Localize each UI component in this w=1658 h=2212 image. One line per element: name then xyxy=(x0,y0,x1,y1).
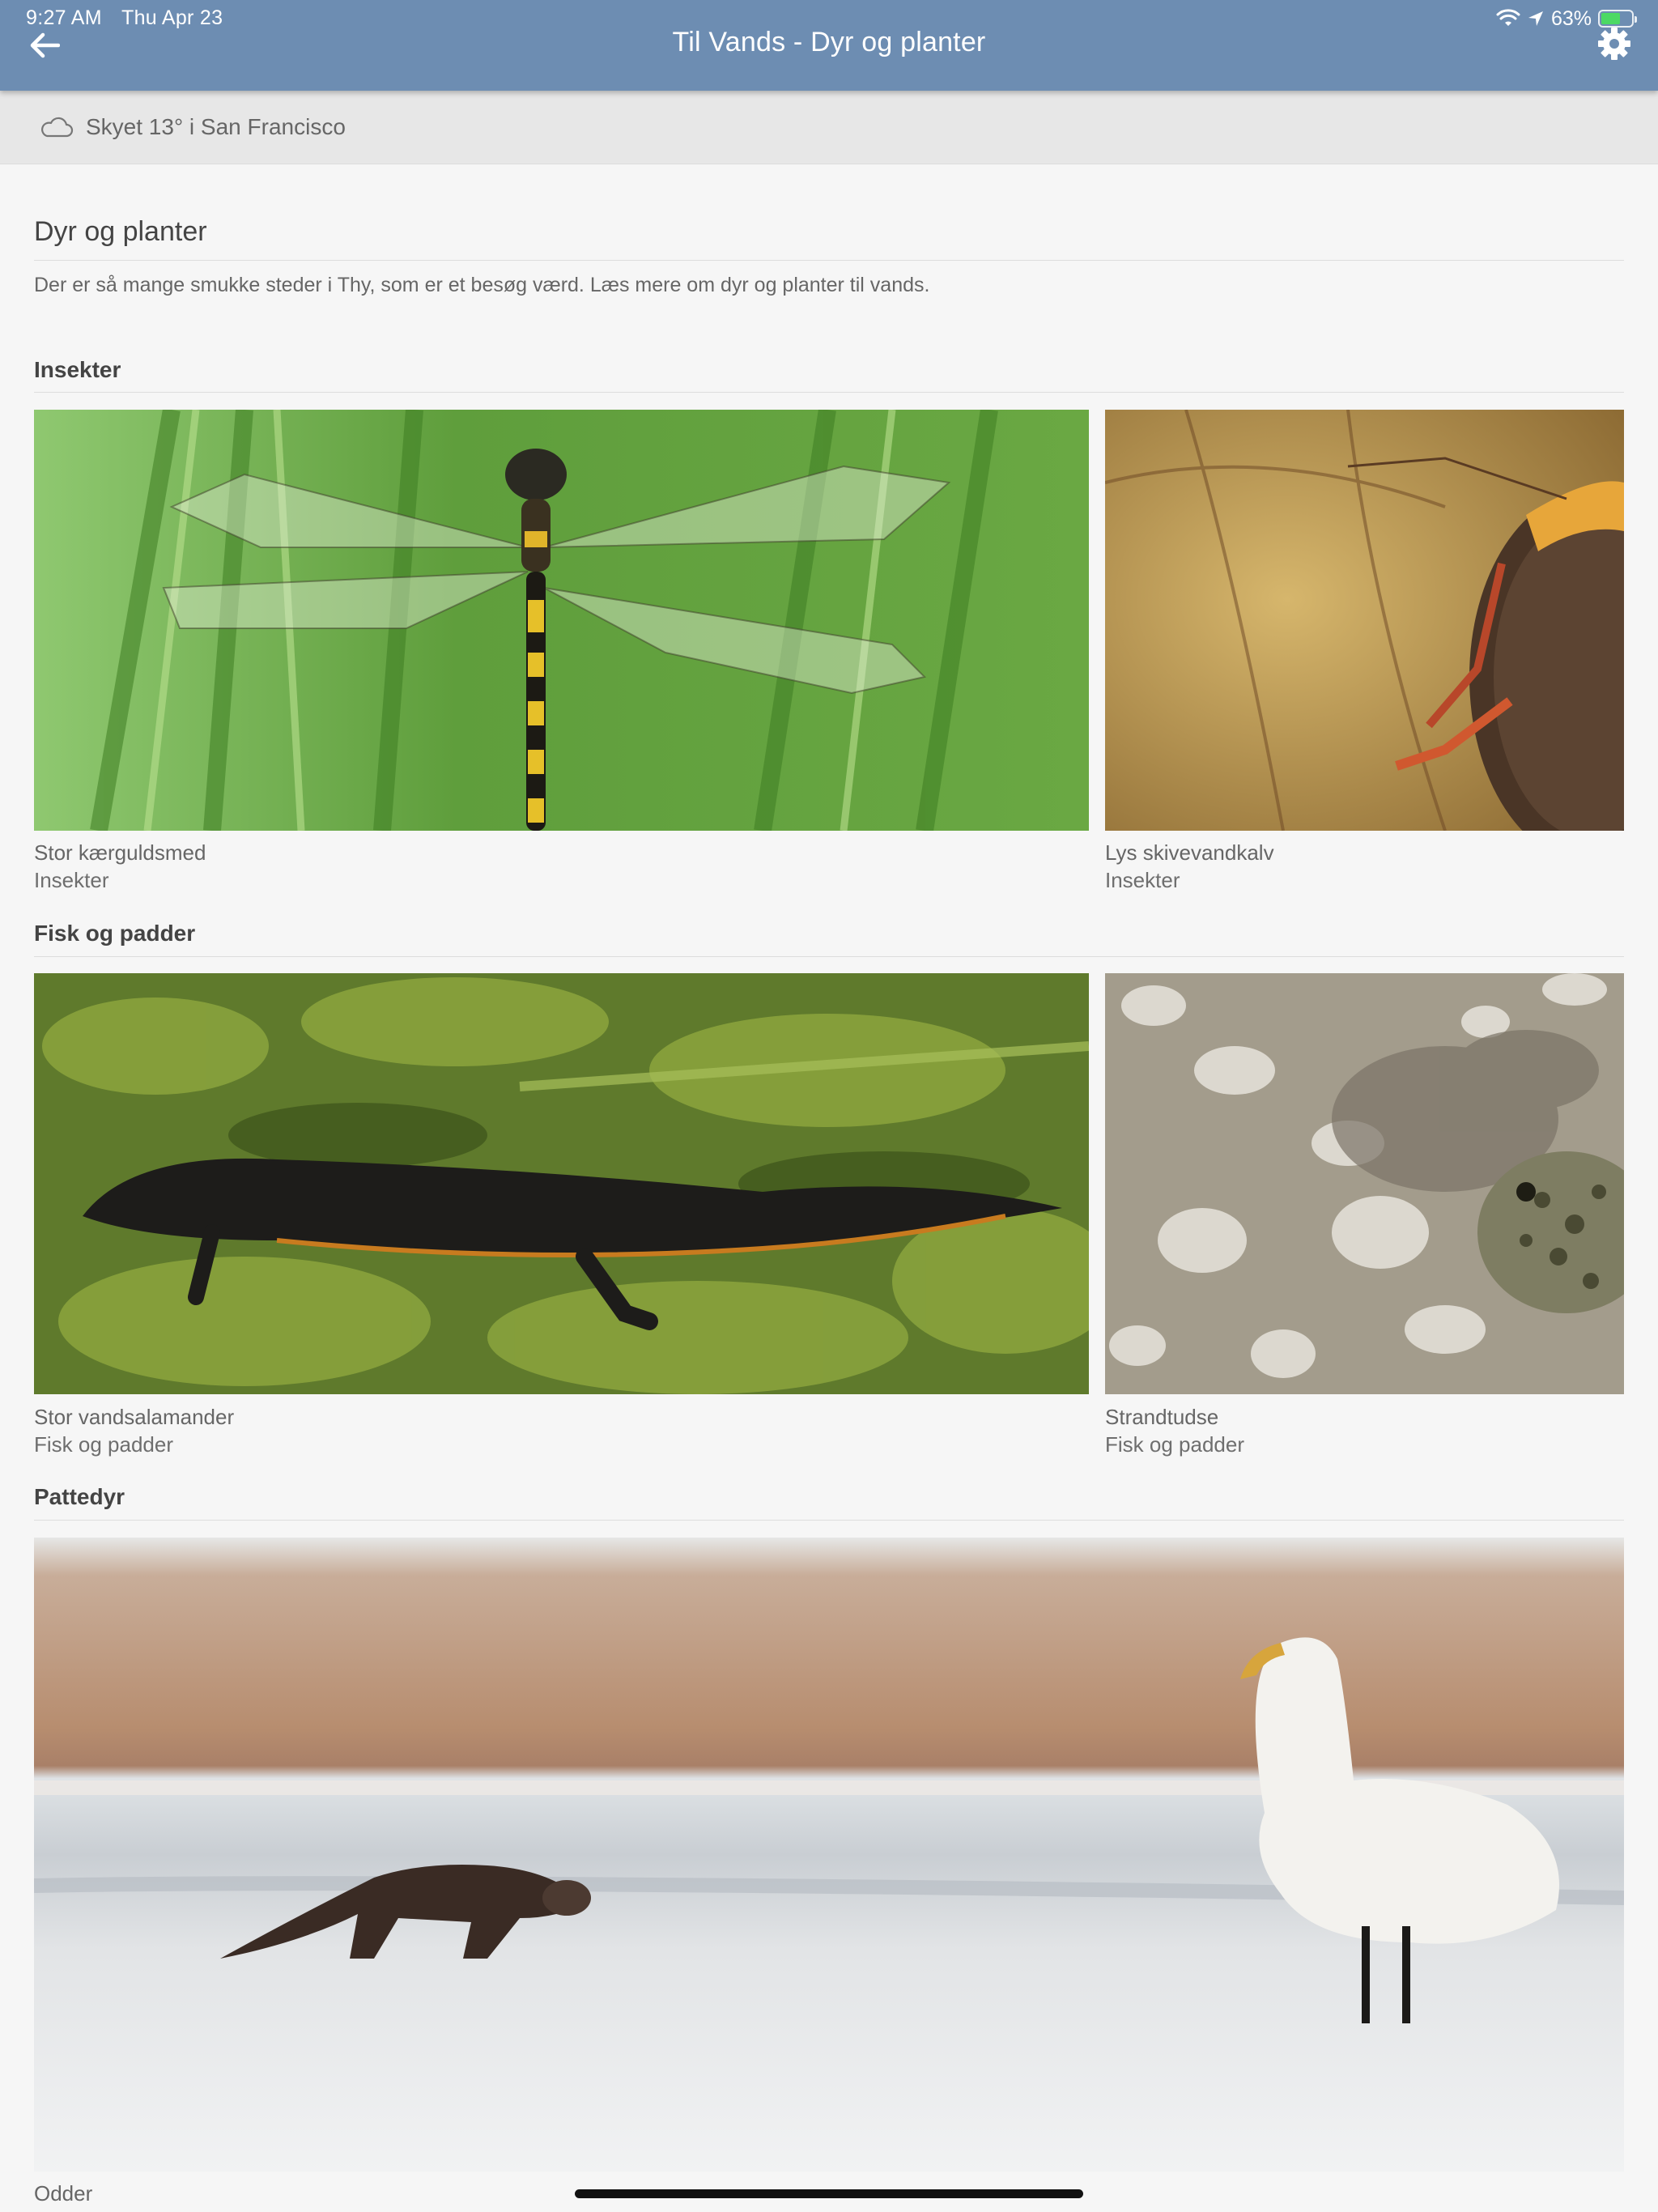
gear-icon xyxy=(1598,28,1630,60)
app-header: 9:27 AM Thu Apr 23 63% Til Vands - Dyr o… xyxy=(0,0,1658,91)
home-indicator[interactable] xyxy=(575,2189,1083,2198)
item-category: Fisk og padder xyxy=(1105,1432,1244,1457)
item-name: Strandtudse xyxy=(1105,1405,1219,1429)
list-item-caption[interactable]: Lys skivevandkalv Insekter xyxy=(1105,839,1274,894)
otter-image xyxy=(34,1538,1624,2172)
item-category: Insekter xyxy=(34,868,109,892)
divider xyxy=(34,956,1624,957)
settings-button[interactable] xyxy=(1595,24,1634,63)
photo-otter[interactable] xyxy=(34,1538,1624,2172)
photo-water-beetle[interactable] xyxy=(1105,410,1624,831)
photo-dragonfly[interactable] xyxy=(34,410,1089,831)
divider xyxy=(34,260,1624,261)
category-title-insekter: Insekter xyxy=(34,357,121,382)
weather-text: Skyet 13° i San Francisco xyxy=(86,114,346,139)
item-category: Insekter xyxy=(1105,868,1180,892)
category-title-fisk-og-padder: Fisk og padder xyxy=(34,921,196,946)
wifi-icon xyxy=(1496,9,1520,26)
list-item-caption[interactable]: Stor kærguldsmed Insekter xyxy=(34,839,206,894)
battery-tip xyxy=(1635,16,1637,23)
photo-newt[interactable] xyxy=(34,973,1089,1394)
photo-natterjack-toad[interactable] xyxy=(1105,973,1624,1394)
page-title: Til Vands - Dyr og planter xyxy=(672,27,986,57)
toad-image xyxy=(1105,973,1624,1394)
list-item-caption[interactable]: Stor vandsalamander Fisk og padder xyxy=(34,1403,234,1458)
item-name: Stor vandsalamander xyxy=(34,1405,235,1429)
battery-level xyxy=(1601,13,1620,24)
item-category: Fisk og padder xyxy=(34,1432,173,1457)
list-item-caption[interactable]: Strandtudse Fisk og padder xyxy=(1105,1403,1244,1458)
item-name: Lys skivevandkalv xyxy=(1105,840,1274,865)
cloud-icon xyxy=(41,117,74,138)
list-item-caption[interactable]: Odder xyxy=(34,2180,92,2207)
weather-bar: Skyet 13° i San Francisco xyxy=(0,91,1658,164)
intro-text: Der er så mange smukke steder i Thy, som… xyxy=(34,274,930,296)
section-heading: Dyr og planter xyxy=(34,216,207,247)
water-beetle-image xyxy=(1105,410,1624,831)
category-title-pattedyr: Pattedyr xyxy=(34,1484,125,1509)
divider xyxy=(34,1520,1624,1521)
item-name: Odder xyxy=(34,2181,93,2206)
item-name: Stor kærguldsmed xyxy=(34,840,206,865)
divider xyxy=(34,392,1624,393)
location-arrow-icon xyxy=(1528,11,1543,26)
newt-image xyxy=(34,973,1089,1394)
dragonfly-image xyxy=(34,410,1089,831)
